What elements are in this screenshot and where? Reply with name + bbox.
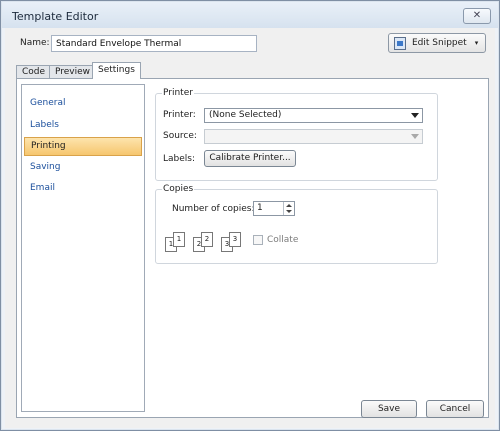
chevron-down-icon: ▾	[474, 39, 479, 47]
window-title: Template Editor	[12, 10, 99, 23]
settings-nav-list: General Labels Printing Saving Email	[21, 84, 145, 412]
labels-label: Labels:	[163, 154, 196, 164]
dropdown-arrow-icon	[411, 134, 419, 139]
nav-item-general[interactable]: General	[24, 94, 142, 113]
edit-snippet-label: Edit Snippet	[412, 38, 467, 48]
template-editor-window: Template Editor ✕ Name: Edit Snippet ▾ C…	[0, 0, 500, 431]
tab-preview[interactable]: Preview	[49, 65, 97, 79]
title-bar[interactable]: Template Editor ✕	[2, 2, 498, 28]
cancel-button[interactable]: Cancel	[426, 400, 484, 418]
save-button[interactable]: Save	[361, 400, 417, 418]
name-input[interactable]	[51, 35, 257, 52]
stepper-buttons[interactable]	[283, 202, 294, 215]
page-icon: 2	[201, 232, 213, 247]
copies-stepper[interactable]: 1	[253, 201, 295, 216]
page-icon: 3	[229, 232, 241, 247]
nav-item-email[interactable]: Email	[24, 179, 142, 198]
nav-item-labels[interactable]: Labels	[24, 116, 142, 135]
nav-item-saving[interactable]: Saving	[24, 158, 142, 177]
name-label: Name:	[20, 38, 50, 48]
snippet-icon	[394, 36, 406, 50]
collate-label: Collate	[267, 235, 299, 245]
stepper-up-icon[interactable]	[286, 204, 292, 207]
edit-snippet-button[interactable]: Edit Snippet ▾	[388, 33, 486, 53]
source-label: Source:	[163, 131, 197, 141]
tab-settings-label: Settings	[98, 65, 135, 75]
copies-group: Copies Number of copies: 1 1 1 2 2 3 3 C…	[155, 184, 438, 264]
settings-panel: General Labels Printing Saving Email Pri…	[16, 78, 489, 418]
tab-code-label: Code	[22, 67, 46, 77]
dropdown-arrow-icon	[411, 113, 419, 118]
page-icon: 1	[173, 232, 185, 247]
collate-checkbox[interactable]	[253, 235, 263, 245]
printer-group-title: Printer	[162, 88, 194, 98]
collate-preview-icon: 1 1 2 2 3 3	[162, 231, 248, 253]
printer-label: Printer:	[163, 110, 196, 120]
save-button-label: Save	[377, 404, 401, 414]
close-icon: ✕	[472, 10, 482, 21]
copies-group-title: Copies	[162, 184, 195, 194]
printer-select-value: (None Selected)	[209, 110, 282, 120]
source-select[interactable]	[204, 129, 423, 144]
copies-label: Number of copies:	[172, 204, 255, 214]
cancel-button-label: Cancel	[439, 404, 471, 414]
calibrate-printer-button[interactable]: Calibrate Printer...	[204, 150, 296, 167]
tab-code[interactable]: Code	[16, 65, 52, 79]
close-button[interactable]: ✕	[463, 8, 491, 24]
nav-item-printing[interactable]: Printing	[24, 137, 142, 156]
tab-preview-label: Preview	[55, 67, 91, 77]
calibrate-printer-label: Calibrate Printer...	[209, 153, 291, 163]
stepper-down-icon[interactable]	[286, 210, 292, 213]
dialog-body: Name: Edit Snippet ▾ Code Preview Settin…	[5, 28, 495, 428]
tab-settings[interactable]: Settings	[92, 62, 141, 79]
printer-group: Printer Printer: (None Selected) Source:…	[155, 88, 438, 181]
printer-select[interactable]: (None Selected)	[204, 108, 423, 123]
copies-value: 1	[257, 203, 263, 213]
